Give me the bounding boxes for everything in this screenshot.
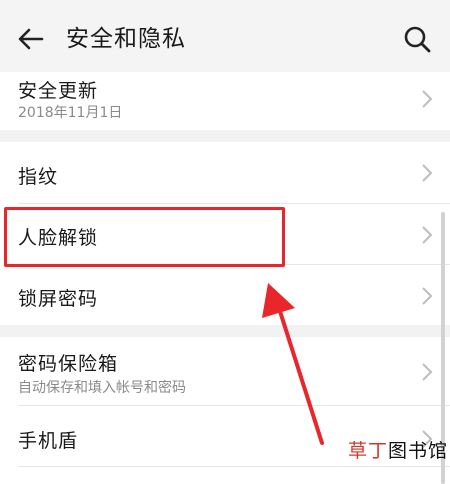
divider: [18, 466, 450, 467]
chevron-right-icon: [422, 90, 433, 108]
security-update-date: 2018年11月1日: [18, 105, 123, 121]
list-item-lock-screen-password[interactable]: 锁屏密码: [0, 265, 450, 325]
page-title: 安全和隐私: [66, 26, 186, 52]
arrow-left-icon[interactable]: [14, 22, 48, 56]
search-icon[interactable]: [400, 22, 434, 56]
settings-screen: 安全和隐私 安全更新 2018年11月1日 指纹 人脸解锁 锁屏密码 密码保险箱…: [0, 0, 450, 484]
phone-shield-label: 手机盾: [18, 430, 79, 452]
list-item-fingerprint[interactable]: 指纹: [0, 142, 450, 203]
password-vault-description: 自动保存和填入帐号和密码: [18, 380, 186, 396]
fingerprint-label: 指纹: [18, 166, 59, 188]
chevron-right-icon: [422, 363, 433, 381]
password-vault-label: 密码保险箱: [18, 353, 119, 375]
watermark: 草丁图书馆: [348, 436, 448, 463]
chevron-right-icon: [422, 287, 433, 305]
section-gap: [0, 130, 450, 142]
app-bar: 安全和隐私: [0, 0, 450, 72]
list-item-password-vault[interactable]: 密码保险箱 自动保存和填入帐号和密码: [0, 337, 450, 405]
watermark-red-text: 草丁: [348, 440, 389, 462]
lock-screen-password-label: 锁屏密码: [18, 288, 99, 310]
section-gap: [0, 325, 450, 337]
chevron-right-icon: [422, 226, 433, 244]
security-update-label: 安全更新: [18, 80, 99, 102]
watermark-dark-text: 图书馆: [388, 440, 449, 462]
highlight-box: [4, 207, 285, 267]
chevron-right-icon: [422, 164, 433, 182]
list-item-security-update[interactable]: 安全更新 2018年11月1日: [0, 72, 450, 130]
